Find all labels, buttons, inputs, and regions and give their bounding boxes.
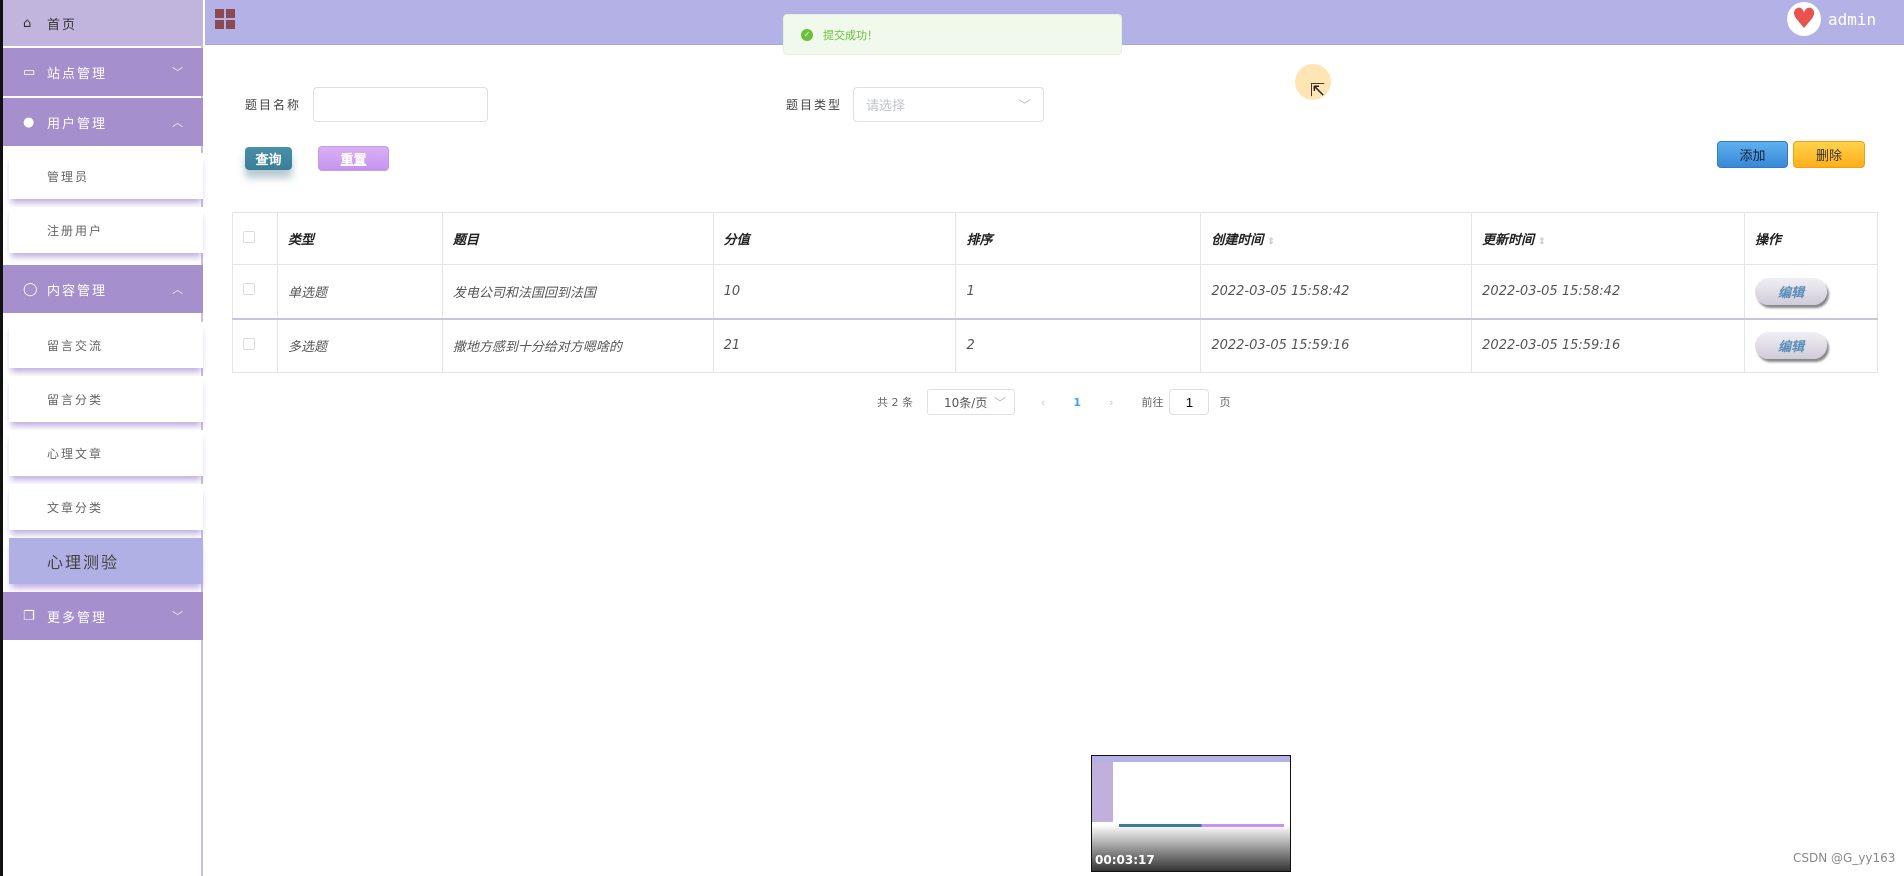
select-all-checkbox[interactable] (243, 230, 255, 243)
cell-title: 发电公司和法国回到法国 (441, 264, 714, 320)
goto-label: 前往 (1141, 396, 1164, 409)
title-type-label: 题目类型 (786, 98, 843, 112)
chevron-down-icon: ﹀ (993, 395, 1006, 410)
mouse-cursor-icon: ⇱ (1310, 80, 1326, 101)
goto-page-input[interactable] (1169, 389, 1210, 415)
edit-button[interactable]: 编辑 (1754, 277, 1827, 305)
cell-order: 2 (955, 318, 1202, 373)
reset-button[interactable]: 重置 (318, 146, 389, 171)
sidebar: ⌂ 首页 ▭ 站点管理 ﹀ ● 用户管理 ︿ 管理员 注册用户 ◯ 内容管理 ︿ 留言交流 留… (3, 0, 203, 876)
video-thumbnail[interactable]: 00:03:17 (1091, 755, 1291, 872)
prev-page-icon[interactable]: ‹ (1041, 396, 1045, 409)
row-checkbox[interactable] (243, 283, 255, 296)
copy-icon: ❐ (23, 608, 37, 624)
check-circle-icon: ✓ (801, 28, 813, 41)
avatar-heart-icon[interactable]: ♥ (1787, 2, 1821, 36)
title-type-select[interactable]: 请选择 ﹀ (853, 87, 1044, 122)
success-toast: ✓ 提交成功！ (783, 14, 1122, 55)
col-actions: 操作 (1743, 212, 1879, 265)
table-row: 单选题 发电公司和法国回到法国 10 1 2022-03-05 15:58:42… (232, 264, 1879, 320)
sidebar-group-site[interactable]: ▭ 站点管理 ﹀ (3, 48, 203, 96)
sidebar-group-more[interactable]: ❐ 更多管理 ﹀ (3, 592, 203, 640)
cell-created: 2022-03-05 15:59:16 (1200, 318, 1473, 373)
sidebar-item-article-categories[interactable]: 文章分类 (9, 484, 203, 530)
chevron-down-icon: ﹀ (172, 66, 185, 79)
row-checkbox[interactable] (243, 337, 255, 350)
sidebar-item-home[interactable]: ⌂ 首页 (3, 0, 203, 46)
sidebar-item-registered-users[interactable]: 注册用户 (9, 207, 203, 253)
sidebar-item-tests[interactable]: 心理测验 (9, 538, 203, 584)
page-suffix: 页 (1219, 396, 1231, 409)
next-page-icon[interactable]: › (1109, 396, 1113, 409)
cell-score: 10 (712, 264, 957, 320)
questions-table: 类型 题目 分值 排序 创建时间 ⇕ 更新时间 ⇕ 操作 单选题 发电公司和法国回到… (232, 212, 1879, 373)
edit-button[interactable]: 编辑 (1754, 332, 1827, 360)
watermark: CSDN @G_yy163 (1793, 851, 1896, 865)
user-icon: ● (23, 114, 37, 130)
chevron-up-icon: ︿ (172, 116, 185, 129)
monitor-icon: ▭ (23, 64, 38, 80)
col-title: 题目 (441, 212, 714, 265)
query-button[interactable]: 查询 (245, 147, 292, 170)
cell-title: 撒地方感到十分给对方嗯啥的 (441, 318, 714, 373)
cell-updated: 2022-03-05 15:59:16 (1471, 318, 1745, 373)
sidebar-item-admin[interactable]: 管理员 (9, 153, 203, 199)
video-timestamp: 00:03:17 (1095, 853, 1155, 867)
col-updated[interactable]: 更新时间 ⇕ (1471, 212, 1745, 265)
cell-type: 多选题 (276, 318, 443, 373)
pagination: 共 2 条 10条/页﹀ ‹ 1 › 前往 页 (877, 388, 1230, 416)
col-score: 分值 (712, 212, 957, 265)
cell-order: 1 (955, 264, 1202, 320)
table-row: 多选题 撒地方感到十分给对方嗯啥的 21 2 2022-03-05 15:59:… (232, 318, 1879, 373)
username[interactable]: admin (1828, 10, 1876, 29)
title-name-input[interactable] (313, 87, 488, 122)
sidebar-group-users[interactable]: ● 用户管理 ︿ (3, 98, 203, 146)
title-name-label: 题目名称 (245, 98, 302, 112)
total-count: 共 2 条 (877, 396, 913, 409)
page-number[interactable]: 1 (1073, 396, 1081, 409)
col-created[interactable]: 创建时间 ⇕ (1200, 212, 1473, 265)
chat-icon: ◯ (23, 281, 40, 297)
sidebar-item-articles[interactable]: 心理文章 (9, 430, 203, 476)
sidebar-item-messages[interactable]: 留言交流 (9, 322, 203, 368)
chevron-up-icon: ︿ (172, 283, 185, 296)
sidebar-item-message-categories[interactable]: 留言分类 (9, 376, 203, 422)
add-button[interactable]: 添加 (1717, 141, 1788, 168)
table-header-row: 类型 题目 分值 排序 创建时间 ⇕ 更新时间 ⇕ 操作 (232, 212, 1879, 265)
cell-updated: 2022-03-05 15:58:42 (1471, 264, 1745, 320)
home-icon: ⌂ (23, 15, 34, 31)
col-order: 排序 (955, 212, 1202, 265)
cell-score: 21 (712, 318, 957, 373)
cell-created: 2022-03-05 15:58:42 (1200, 264, 1473, 320)
col-type: 类型 (276, 212, 443, 265)
menu-grid-icon[interactable] (215, 9, 235, 29)
cell-type: 单选题 (276, 264, 443, 320)
sort-icon[interactable]: ⇕ (1267, 237, 1275, 247)
sort-icon[interactable]: ⇕ (1538, 237, 1546, 247)
sidebar-group-content[interactable]: ◯ 内容管理 ︿ (3, 265, 203, 313)
chevron-down-icon: ﹀ (1017, 99, 1031, 114)
chevron-down-icon: ﹀ (172, 610, 185, 623)
delete-button[interactable]: 删除 (1793, 141, 1865, 168)
page-size-select[interactable]: 10条/页 ﹀ (927, 389, 1015, 415)
